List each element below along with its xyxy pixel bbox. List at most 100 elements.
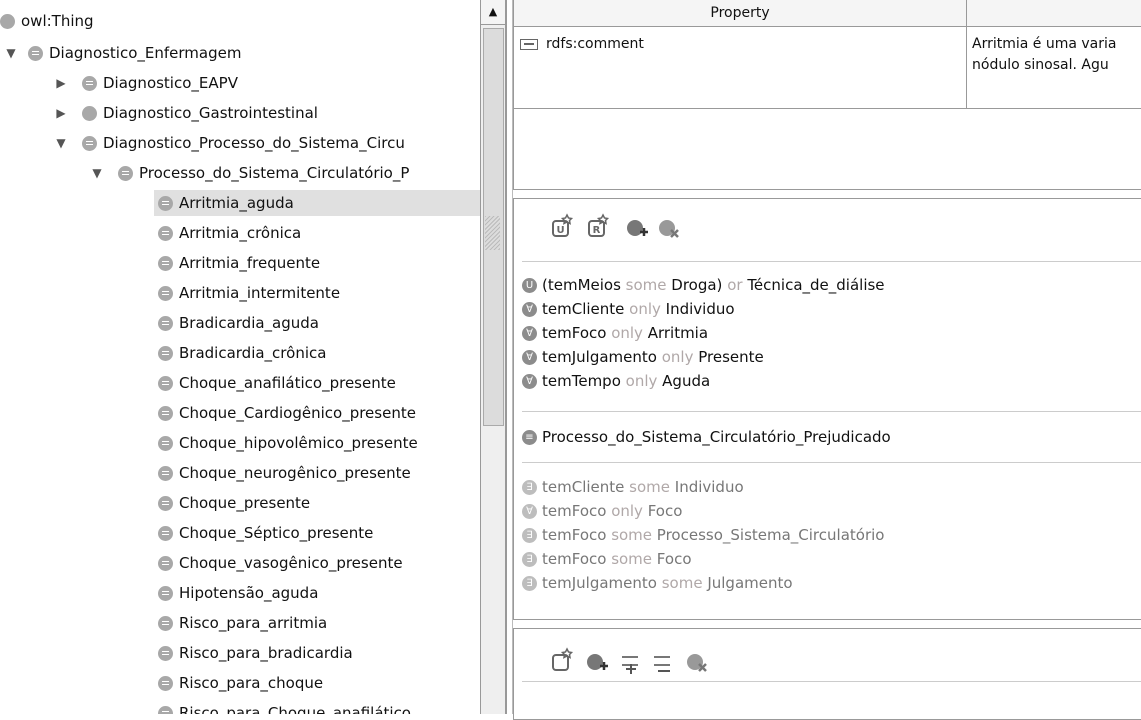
tree-node-diagnostico-eapv[interactable]: ▶ Diagnostico_EAPV (52, 70, 238, 96)
class-icon (158, 345, 173, 361)
tree-leaf[interactable]: Risco_para_choque (154, 670, 480, 696)
axiom-text: Individuo (670, 478, 744, 496)
add-same-icon[interactable] (622, 656, 638, 674)
collapse-triangle-icon[interactable]: ▼ (88, 166, 106, 180)
annotation-value-line: nódulo sinosal. Agu (972, 57, 1109, 73)
tree-leaf[interactable]: Choque_Cardiogênico_presente (154, 400, 480, 426)
axiom-text: temJulgamento (542, 574, 662, 592)
axiom-row[interactable]: U (temMeios some Droga) or Técnica_de_diá… (522, 273, 885, 297)
class-icon (158, 615, 173, 631)
annotation-value[interactable]: Arritmia é uma varia nódulo sinosal. Agu (972, 34, 1116, 76)
axiom-keyword: some (629, 478, 670, 496)
tree-leaf[interactable]: Risco_para_Choque_anafilático (154, 700, 480, 714)
tree-node-diagnostico-processo-circulatorio[interactable]: ▼ Diagnostico_Processo_do_Sistema_Circu (52, 130, 404, 156)
column-divider (966, 26, 967, 108)
add-instance-icon[interactable] (627, 220, 648, 236)
annotation-row[interactable]: rdfs:comment (520, 34, 644, 55)
value-column-header[interactable] (967, 0, 1141, 26)
tree-leaf[interactable]: Risco_para_bradicardia (154, 640, 480, 666)
tree-leaf[interactable]: Choque_anafilático_presente (154, 370, 480, 396)
tree-leaf-label: Arritmia_frequente (179, 254, 321, 272)
tree-leaf[interactable]: Arritmia_frequente (154, 250, 480, 276)
axiom-row[interactable]: ∀ temFoco only Foco (522, 499, 682, 523)
remove-icon[interactable] (659, 220, 679, 238)
class-icon (118, 165, 133, 181)
tree-leaf[interactable]: Choque_Séptico_presente (154, 520, 480, 546)
scroll-up-arrow-icon[interactable]: ▲ (481, 0, 505, 25)
restriction-icon: ∃ (522, 527, 537, 543)
axiom-text: Técnica_de_diálise (742, 276, 885, 294)
add-member-icon[interactable] (552, 647, 574, 671)
axiom-text: temCliente (542, 300, 630, 318)
class-icon (158, 255, 173, 271)
property-column-header[interactable]: Property (514, 0, 967, 26)
tree-leaf-label: Arritmia_crônica (179, 224, 302, 242)
axiom-text: Arritmia (642, 324, 709, 342)
add-superclass-icon[interactable]: R (588, 213, 610, 237)
collapse-triangle-icon[interactable]: ▼ (52, 136, 70, 150)
class-icon (158, 195, 173, 211)
superclass-row[interactable]: ≡ Processo_do_Sistema_Circulatório_Preju… (522, 425, 891, 449)
tree-leaf-label: Arritmia_aguda (179, 194, 294, 212)
expand-triangle-icon[interactable]: ▶ (52, 106, 70, 120)
add-equivalent-icon[interactable]: U (552, 213, 574, 237)
remove-member-icon[interactable] (687, 654, 707, 672)
tree-leaf[interactable]: Risco_para_arritmia (154, 610, 480, 636)
tree-leaf[interactable]: Choque_presente (154, 490, 480, 516)
tree-leaf[interactable]: Arritmia_intermitente (154, 280, 480, 306)
axiom-row[interactable]: ∃ temCliente some Individuo (522, 475, 744, 499)
section-separator (522, 681, 1141, 682)
class-icon (28, 45, 43, 61)
tree-leaf-label: Bradicardia_crônica (179, 344, 327, 362)
axiom-text: (temMeios (542, 276, 626, 294)
toolbar-icons: U R (552, 213, 679, 238)
splitter-grip[interactable] (485, 216, 500, 250)
class-icon (158, 495, 173, 511)
tree-node-diagnostico-gastrointestinal[interactable]: ▶ Diagnostico_Gastrointestinal (52, 100, 318, 126)
tree-root-label: owl:Thing (21, 12, 94, 30)
axiom-row[interactable]: ∃ temFoco some Foco (522, 547, 692, 571)
class-icon (158, 465, 173, 481)
restriction-icon: ∃ (522, 479, 537, 495)
annotation-icon (520, 39, 538, 50)
axiom-row[interactable]: ∀ temJulgamento only Presente (522, 345, 764, 369)
axiom-keyword: only (661, 348, 694, 366)
tree-leaf-label: Risco_para_choque (179, 674, 324, 692)
toolbar: U R (550, 211, 710, 241)
add-individual-icon[interactable] (587, 654, 608, 670)
axiom-row[interactable]: ∀ temFoco only Arritmia (522, 321, 708, 345)
section-separator (522, 261, 1141, 262)
restriction-icon: ∃ (522, 551, 537, 567)
tree-node-label: Diagnostico_Enfermagem (49, 44, 242, 62)
axiom-text: Aguda (657, 372, 711, 390)
axiom-text: Presente (693, 348, 764, 366)
tree-root[interactable]: owl:Thing (0, 8, 94, 34)
tree-leaf[interactable]: Arritmia_aguda (154, 190, 480, 216)
add-different-icon[interactable] (654, 656, 670, 672)
axiom-text: temJulgamento (542, 348, 662, 366)
tree-leaf[interactable]: Choque_neurogênico_presente (154, 460, 480, 486)
superclass-label: Processo_do_Sistema_Circulatório_Prejudi… (542, 428, 891, 446)
tree-leaf[interactable]: Bradicardia_aguda (154, 310, 480, 336)
members-toolbar (552, 647, 707, 674)
class-icon (82, 75, 97, 91)
tree-leaf[interactable]: Bradicardia_crônica (154, 340, 480, 366)
tree-leaf-label: Bradicardia_aguda (179, 314, 319, 332)
class-icon (158, 705, 173, 714)
tree-leaf[interactable]: Choque_hipovolêmico_presente (154, 430, 480, 456)
tree-node-processo-sistema-circulatorio[interactable]: ▼ Processo_do_Sistema_Circulatório_P (88, 160, 409, 186)
tree-leaf[interactable]: Choque_vasogênico_presente (154, 550, 480, 576)
tree-leaf[interactable]: Arritmia_crônica (154, 220, 480, 246)
axiom-text: temCliente (542, 478, 630, 496)
tree-scrollbar[interactable]: ▲ (480, 0, 506, 714)
tree-node-label: Diagnostico_EAPV (103, 74, 238, 92)
collapse-triangle-icon[interactable]: ▼ (2, 46, 20, 60)
axiom-keyword: or (727, 276, 743, 294)
axiom-row[interactable]: ∃ temFoco some Processo_Sistema_Circulató… (522, 523, 884, 547)
axiom-row[interactable]: ∀ temTempo only Aguda (522, 369, 710, 393)
axiom-row[interactable]: ∃ temJulgamento some Julgamento (522, 571, 793, 595)
expand-triangle-icon[interactable]: ▶ (52, 76, 70, 90)
tree-node-diagnostico-enfermagem[interactable]: ▼ Diagnostico_Enfermagem (2, 40, 241, 66)
axiom-row[interactable]: ∀ temCliente only Individuo (522, 297, 735, 321)
tree-leaf[interactable]: Hipotensão_aguda (154, 580, 480, 606)
